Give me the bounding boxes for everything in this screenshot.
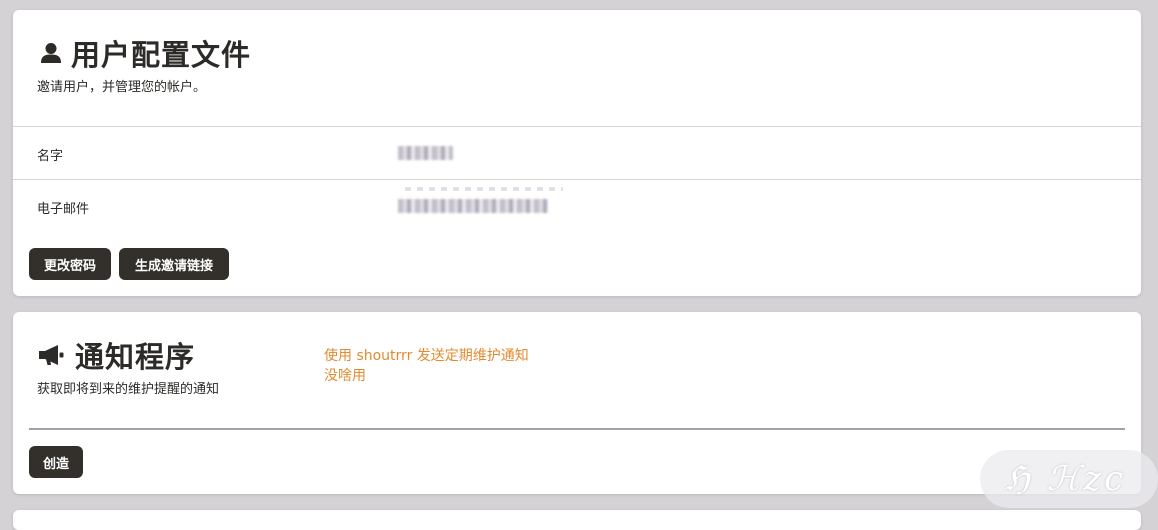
redaction-artifact: [405, 187, 563, 191]
profile-subtitle: 邀请用户，并管理您的帐户。: [37, 80, 207, 95]
notifier-card: 通知程序 获取即将到来的维护提醒的通知 使用 shoutrrr 发送定期维护通知…: [13, 312, 1141, 494]
change-password-button[interactable]: 更改密码: [29, 248, 111, 280]
redacted-email: [398, 199, 548, 213]
megaphone-icon: [39, 345, 64, 365]
email-value: [398, 196, 548, 216]
notifier-url-input[interactable]: [29, 428, 1125, 430]
create-button[interactable]: 创造: [29, 446, 83, 478]
annotation-note: 使用 shoutrrr 发送定期维护通知 没啥用: [324, 346, 529, 386]
page-title: 用户配置文件: [71, 38, 252, 72]
name-label: 名字: [37, 149, 64, 164]
note-line-2: 没啥用: [324, 368, 366, 384]
divider: [13, 179, 1141, 180]
name-value: [398, 143, 453, 163]
profile-header: 用户配置文件: [41, 32, 251, 74]
note-line-1: 使用 shoutrrr 发送定期维护通知: [324, 348, 529, 364]
user-icon: [41, 43, 61, 63]
next-card: [13, 510, 1141, 530]
watermark-logo: ℌ ℋzc: [980, 450, 1158, 508]
divider: [13, 126, 1141, 127]
redacted-name: [398, 146, 453, 160]
profile-card: 用户配置文件 邀请用户，并管理您的帐户。 名字 电子邮件 更改密码 生成邀请链接: [13, 10, 1141, 296]
generate-invite-button[interactable]: 生成邀请链接: [119, 248, 229, 280]
email-label: 电子邮件: [37, 202, 90, 217]
notifier-header: 通知程序: [39, 334, 195, 376]
notifier-title: 通知程序: [75, 340, 196, 374]
notifier-subtitle: 获取即将到来的维护提醒的通知: [37, 382, 220, 397]
